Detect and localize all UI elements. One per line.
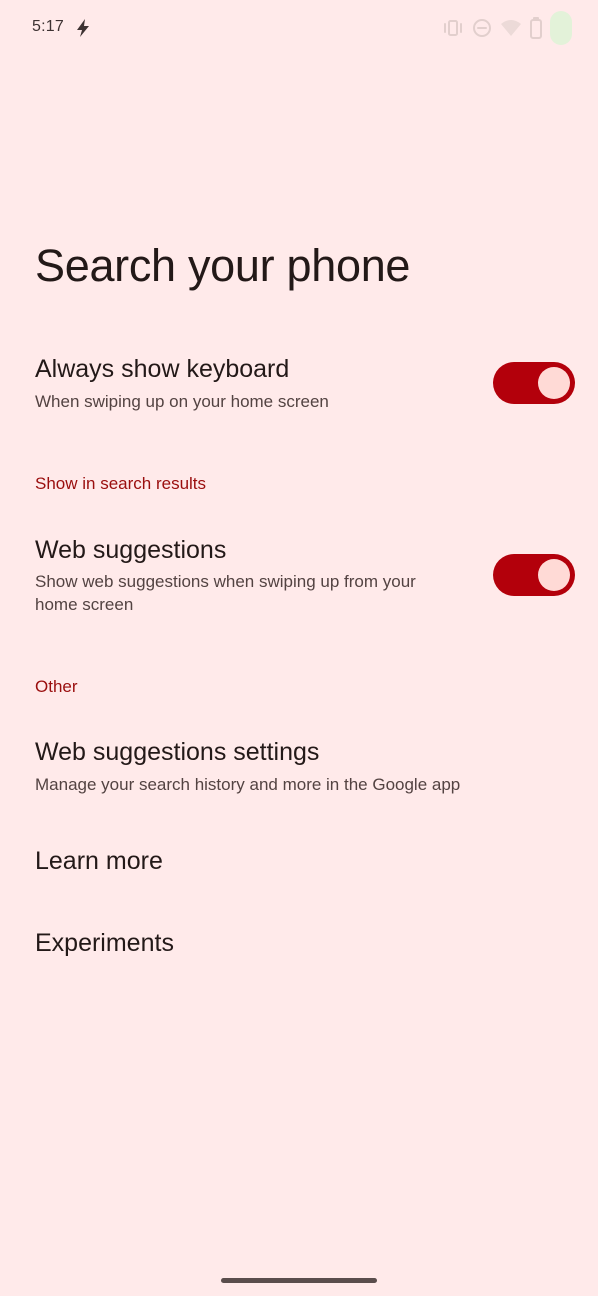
bolt-icon <box>77 19 89 37</box>
experiments-title: Experiments <box>35 929 174 957</box>
gesture-nav-handle[interactable] <box>221 1278 377 1283</box>
web-suggestions-subtitle-line1: Show web suggestions when swiping up fro… <box>35 572 416 591</box>
toggle-knob <box>538 559 570 591</box>
learn-more-title: Learn more <box>35 847 163 875</box>
section-header-other: Other <box>35 677 78 696</box>
page-title: Search your phone <box>35 240 411 291</box>
status-icons <box>442 11 572 45</box>
learn-more-row[interactable]: Learn more <box>0 830 598 896</box>
web-suggestions-settings-title: Web suggestions settings <box>35 738 320 766</box>
battery-icon <box>530 17 542 39</box>
web-suggestions-title: Web suggestions <box>35 536 227 564</box>
web-suggestions-row[interactable]: Web suggestions Show web suggestions whe… <box>0 520 598 630</box>
status-bar: 5:17 <box>0 0 598 56</box>
always-show-keyboard-toggle[interactable] <box>493 362 575 404</box>
always-show-keyboard-title: Always show keyboard <box>35 355 290 383</box>
web-suggestions-settings-row[interactable]: Web suggestions settings Manage your sea… <box>0 722 598 812</box>
do-not-disturb-icon <box>473 19 491 37</box>
web-suggestions-subtitle-line2: home screen <box>35 595 134 614</box>
status-time: 5:17 <box>32 18 64 35</box>
vibrate-icon <box>444 20 462 36</box>
status-pill <box>550 11 572 45</box>
always-show-keyboard-row[interactable]: Always show keyboard When swiping up on … <box>0 340 598 430</box>
settings-screen: 5:17 Search your phone Always show keybo… <box>0 0 598 1296</box>
section-header-show-in-search-results: Show in search results <box>35 474 207 493</box>
web-suggestions-toggle[interactable] <box>493 554 575 596</box>
always-show-keyboard-subtitle: When swiping up on your home screen <box>35 392 329 411</box>
toggle-knob <box>538 367 570 399</box>
wifi-icon <box>501 20 521 36</box>
web-suggestions-settings-subtitle: Manage your search history and more in t… <box>35 775 461 794</box>
experiments-row[interactable]: Experiments <box>0 912 598 978</box>
